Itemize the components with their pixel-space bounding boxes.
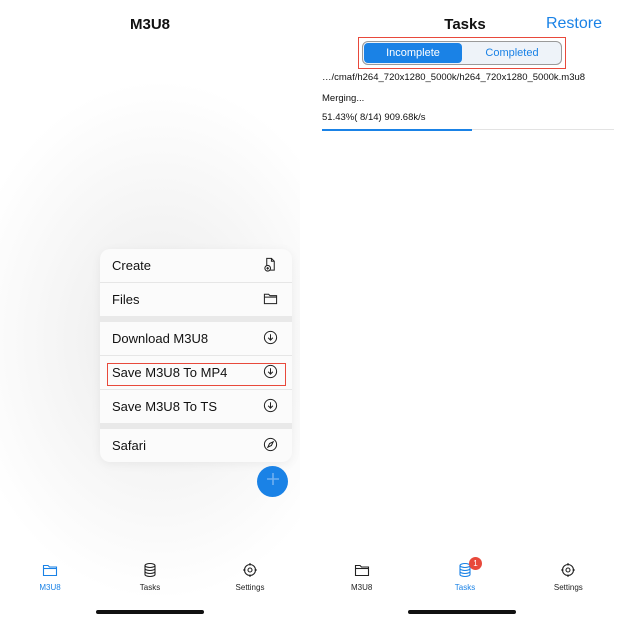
database-icon — [142, 562, 158, 583]
tab-settings[interactable]: Settings — [200, 562, 300, 602]
plus-icon — [266, 472, 280, 491]
tab-m3u8[interactable]: M3U8 — [310, 562, 413, 602]
menu-item-save-m3u8-to-ts[interactable]: Save M3U8 To TS — [100, 390, 292, 423]
page-title: M3U8 — [129, 16, 170, 33]
tab-bar: M3U8 1 Tasks Settings — [310, 557, 620, 602]
menu-item-label: Create — [112, 258, 152, 273]
add-fab-button[interactable] — [257, 466, 288, 497]
folder-icon — [354, 562, 370, 583]
menu-item-safari[interactable]: Safari — [100, 429, 292, 462]
download-circle-icon — [263, 330, 278, 348]
tasks-badge: 1 — [468, 557, 482, 570]
home-indicator — [96, 610, 204, 614]
tab-label: Settings — [553, 583, 583, 592]
tab-label: M3U8 — [350, 583, 373, 592]
segment-completed[interactable]: Completed — [463, 42, 561, 64]
task-progress-fill — [322, 128, 473, 131]
fab-action-menu: Create Files Download M3U8 Save M3U8 To … — [100, 249, 292, 462]
document-add-icon — [263, 257, 278, 275]
home-indicator — [408, 610, 516, 614]
menu-item-label: Download M3U8 — [112, 331, 209, 346]
download-circle-icon — [263, 398, 278, 416]
menu-item-files[interactable]: Files — [100, 283, 292, 316]
tab-label: M3U8 — [39, 583, 61, 592]
gear-icon — [560, 562, 576, 583]
tab-label: Settings — [235, 583, 265, 592]
compass-icon — [263, 437, 278, 455]
task-file-path: …/cmaf/h264_720x1280_5000k/h264_720x1280… — [322, 72, 586, 83]
m3u8-screen: M3U8 Create Files Download M3U8 Save M3U… — [0, 0, 300, 624]
tab-label: Tasks — [139, 583, 161, 592]
task-progress-bar — [322, 128, 614, 131]
tab-bar: M3U8 Tasks Settings — [0, 562, 300, 602]
menu-item-download-m3u8[interactable]: Download M3U8 — [100, 322, 292, 356]
tab-tasks[interactable]: 1 Tasks — [413, 557, 516, 602]
tasks-screen: Tasks Restore Incomplete Completed …/cma… — [310, 0, 620, 624]
tab-label: Tasks — [454, 583, 476, 592]
task-status-segmented-control: Incomplete Completed — [362, 41, 562, 65]
menu-item-create[interactable]: Create — [100, 249, 292, 283]
gear-icon — [242, 562, 258, 583]
tab-settings[interactable]: Settings — [517, 562, 620, 602]
menu-item-label: Save M3U8 To TS — [112, 399, 218, 414]
task-progress-text: 51.43%( 8/14) 909.68k/s — [322, 112, 426, 123]
menu-item-label: Files — [112, 292, 140, 307]
save-mp4-highlight-box — [107, 363, 286, 386]
folder-icon — [42, 562, 58, 583]
menu-item-label: Safari — [112, 438, 146, 453]
tab-m3u8[interactable]: M3U8 — [0, 562, 100, 602]
folder-icon — [263, 291, 278, 309]
tab-tasks[interactable]: Tasks — [100, 562, 200, 602]
restore-button[interactable]: Restore — [546, 15, 602, 33]
segment-incomplete[interactable]: Incomplete — [364, 43, 462, 63]
task-status: Merging... — [322, 93, 365, 104]
